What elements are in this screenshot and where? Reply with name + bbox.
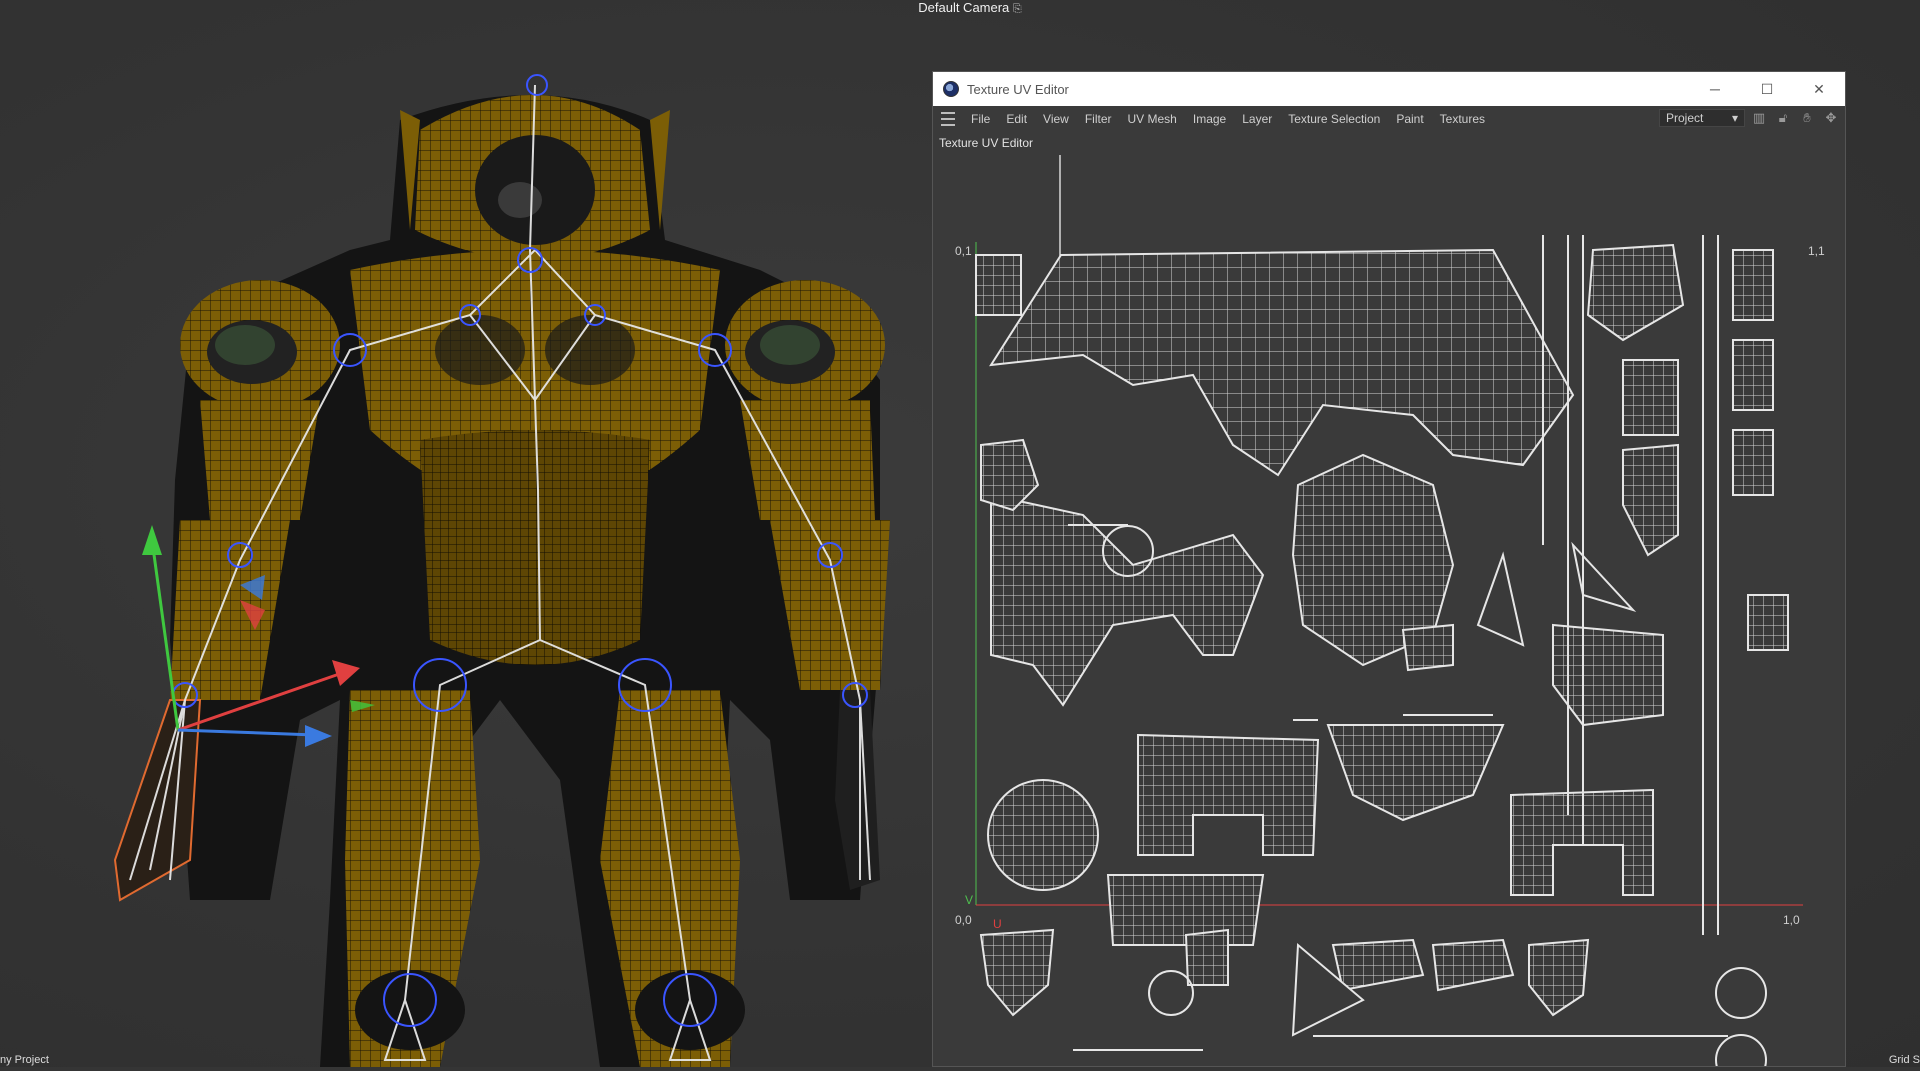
project-select-value: Project bbox=[1666, 111, 1704, 125]
uv-label-bottom-left: 0,0 bbox=[955, 913, 972, 927]
histogram-icon[interactable]: ▥ bbox=[1749, 108, 1769, 128]
toolbar-right: Project ▾ ▥ 🔓︎ ✋︎ ✥ bbox=[1659, 108, 1841, 128]
camera-icon: ⎘ bbox=[1012, 3, 1022, 15]
panel-title: Texture UV Editor bbox=[939, 136, 1034, 150]
menu-image[interactable]: Image bbox=[1185, 112, 1234, 126]
chevron-down-icon: ▾ bbox=[1731, 111, 1738, 125]
menu-textures[interactable]: Textures bbox=[1432, 112, 1493, 126]
minimize-button[interactable]: ─ bbox=[1689, 72, 1741, 106]
uv-canvas[interactable]: 0,1 1,1 0,0 1,0 U V bbox=[933, 155, 1845, 1071]
close-button[interactable]: ✕ bbox=[1793, 72, 1845, 106]
window-titlebar[interactable]: Texture UV Editor ─ ☐ ✕ bbox=[933, 72, 1845, 106]
camera-name: Default Camera bbox=[918, 0, 1010, 15]
texture-uv-editor-window[interactable]: Texture UV Editor ─ ☐ ✕ File Edit View F… bbox=[932, 71, 1846, 1071]
lock-icon[interactable]: 🔓︎ bbox=[1773, 108, 1793, 128]
uv-axis-u-label: U bbox=[993, 917, 1002, 931]
project-label: ny Project bbox=[0, 1054, 49, 1066]
uv-layout[interactable] bbox=[933, 155, 1845, 1071]
menu-layer[interactable]: Layer bbox=[1234, 112, 1280, 126]
grid-label: Grid S bbox=[1888, 1054, 1920, 1066]
move-arrows-icon[interactable]: ✥ bbox=[1821, 108, 1841, 128]
pan-hand-icon[interactable]: ✋︎ bbox=[1797, 108, 1817, 128]
robot-abdomen bbox=[420, 430, 650, 665]
window-controls: ─ ☐ ✕ bbox=[1689, 72, 1845, 106]
robot-model[interactable] bbox=[0, 0, 930, 1067]
uv-islands bbox=[975, 235, 1789, 1071]
uv-label-bottom-right: 1,0 bbox=[1783, 913, 1800, 927]
menu-uv-mesh[interactable]: UV Mesh bbox=[1120, 112, 1185, 126]
uv-label-top-right: 1,1 bbox=[1808, 244, 1825, 258]
uv-axis-v-label: V bbox=[965, 893, 974, 907]
uv-label-top-left: 0,1 bbox=[955, 244, 972, 258]
maximize-button[interactable]: ☐ bbox=[1741, 72, 1793, 106]
menu-texture-selection[interactable]: Texture Selection bbox=[1280, 112, 1388, 126]
app-logo-icon bbox=[943, 81, 959, 97]
menu-edit[interactable]: Edit bbox=[998, 112, 1035, 126]
menu-filter[interactable]: Filter bbox=[1077, 112, 1120, 126]
menu-file[interactable]: File bbox=[963, 112, 998, 126]
menu-paint[interactable]: Paint bbox=[1388, 112, 1431, 126]
menu-view[interactable]: View bbox=[1035, 112, 1077, 126]
hamburger-menu-icon[interactable] bbox=[933, 110, 963, 128]
window-title: Texture UV Editor bbox=[967, 81, 1069, 97]
menubar: File Edit View Filter UV Mesh Image Laye… bbox=[933, 106, 1845, 131]
project-select[interactable]: Project ▾ bbox=[1659, 109, 1745, 127]
